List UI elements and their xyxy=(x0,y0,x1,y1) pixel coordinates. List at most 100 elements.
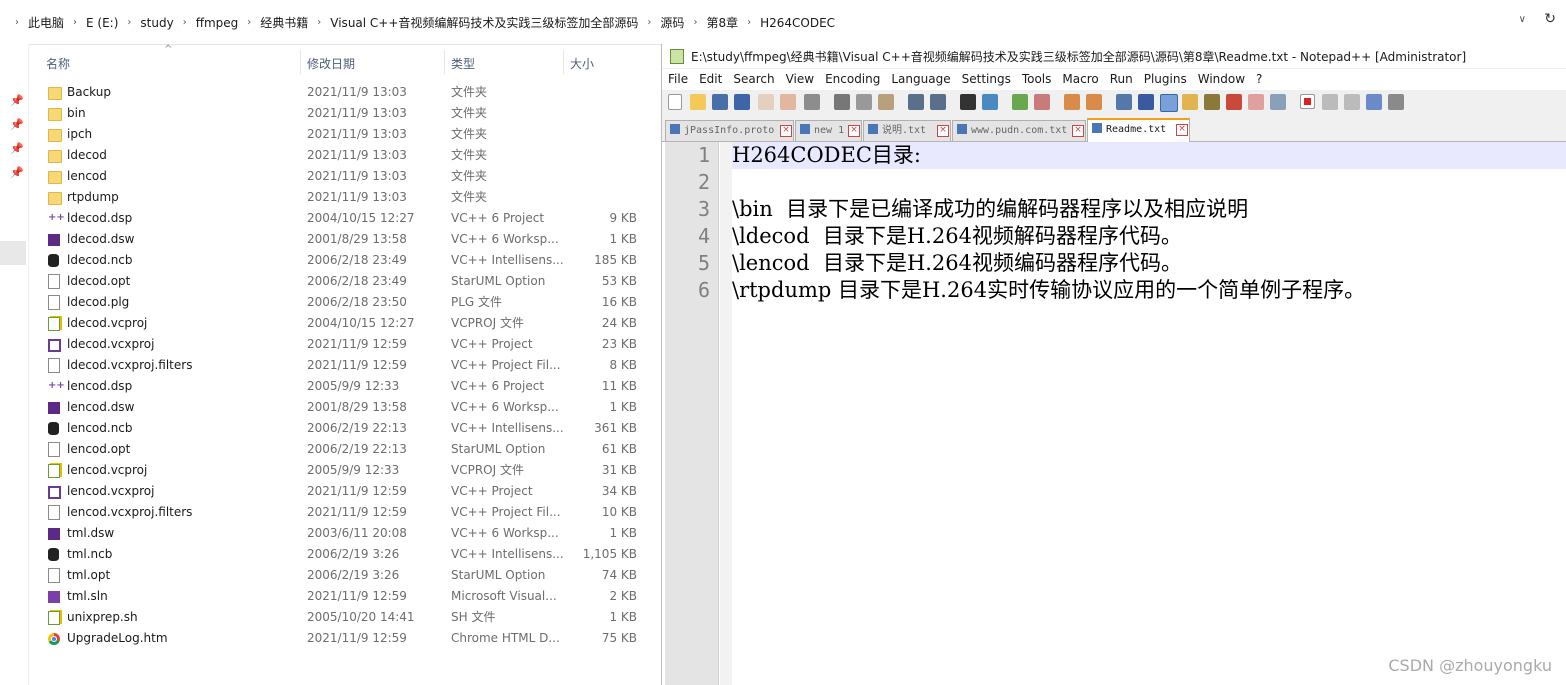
file-row[interactable]: tml.opt 2006/2/19 3:26 StarUML Option 74 KB xyxy=(28,565,660,586)
eye-icon[interactable] xyxy=(1270,94,1286,110)
menu-view[interactable]: View xyxy=(786,69,825,90)
close-tab-icon[interactable]: × xyxy=(848,125,860,137)
menu-plugins[interactable]: Plugins xyxy=(1144,69,1198,90)
print-icon[interactable] xyxy=(804,94,820,110)
file-row[interactable]: lencod 2021/11/9 13:03 文件夹 xyxy=(28,166,660,187)
refresh-icon[interactable]: ↻ xyxy=(1544,11,1556,27)
file-row[interactable]: ldecod.vcproj 2004/10/15 12:27 VCPROJ 文件 24… xyxy=(28,313,660,334)
copy-icon[interactable] xyxy=(856,94,872,110)
redo-icon[interactable] xyxy=(930,94,946,110)
column-size[interactable]: 大小 xyxy=(570,55,594,72)
menu-file[interactable]: File xyxy=(668,69,699,90)
file-row[interactable]: ipch 2021/11/9 13:03 文件夹 xyxy=(28,124,660,145)
code-area[interactable]: H264CODEC目录: \bin 目录下是已编译成功的编解码器程序以及相应说明… xyxy=(732,142,1365,304)
doc-map-icon[interactable] xyxy=(1182,94,1198,110)
zoom-out-icon[interactable] xyxy=(1034,94,1050,110)
file-row[interactable]: ldecod.vcxproj 2021/11/9 12:59 VC++ Projec… xyxy=(28,334,660,355)
address-bar[interactable]: › 此电脑 › E (E:) › study › ffmpeg › 经典书籍 ›… xyxy=(0,0,1566,45)
column-divider[interactable] xyxy=(444,50,445,74)
folder-as-workspace-icon[interactable] xyxy=(1226,94,1242,110)
show-all-chars-icon[interactable] xyxy=(1138,94,1154,110)
menu-encoding[interactable]: Encoding xyxy=(825,69,891,90)
open-file-icon[interactable] xyxy=(690,94,706,110)
file-row[interactable]: tml.sln 2021/11/9 12:59 Microsoft Visual..… xyxy=(28,586,660,607)
word-wrap-icon[interactable] xyxy=(1116,94,1132,110)
tab-shuoming[interactable]: 说明.txt × xyxy=(863,120,951,141)
file-row[interactable]: ldecod.vcxproj.filters 2021/11/9 12:59 VC+… xyxy=(28,355,660,376)
sync-vertical-icon[interactable] xyxy=(1064,94,1080,110)
menu-language[interactable]: Language xyxy=(891,69,961,90)
pin-icon[interactable]: 📌 xyxy=(10,166,24,179)
file-row[interactable]: ++ ldecod.dsp 2004/10/15 12:27 VC++ 6 Proje… xyxy=(28,208,660,229)
file-row[interactable]: lencod.vcxproj 2021/11/9 12:59 VC++ Projec… xyxy=(28,481,660,502)
file-row[interactable]: UpgradeLog.htm 2021/11/9 12:59 Chrome HTML… xyxy=(28,628,660,649)
pin-icon[interactable]: 📌 xyxy=(10,94,24,107)
run-macro-multiple-icon[interactable] xyxy=(1366,94,1382,110)
save-all-icon[interactable] xyxy=(734,94,750,110)
close-all-icon[interactable] xyxy=(780,94,796,110)
breadcrumb-item[interactable]: E (E:) xyxy=(86,16,118,30)
breadcrumb-item[interactable]: study xyxy=(140,16,173,30)
find-icon[interactable] xyxy=(960,94,976,110)
tab-readme[interactable]: Readme.txt × xyxy=(1087,118,1190,143)
file-row[interactable]: tml.dsw 2003/6/11 20:08 VC++ 6 Worksp... 1 … xyxy=(28,523,660,544)
breadcrumb-item[interactable]: 源码 xyxy=(660,14,684,31)
menu-window[interactable]: Window xyxy=(1198,69,1256,90)
file-row[interactable]: lencod.ncb 2006/2/19 22:13 VC++ Intellisen… xyxy=(28,418,660,439)
menu-macro[interactable]: Macro xyxy=(1062,69,1109,90)
menu-help[interactable]: ? xyxy=(1256,69,1273,90)
file-row[interactable]: ++ lencod.dsp 2005/9/9 12:33 VC++ 6 Project… xyxy=(28,376,660,397)
code-line[interactable]: \ldecod 目录下是H.264视频解码器程序代码。 xyxy=(732,223,1365,250)
breadcrumb-item[interactable]: 此电脑 xyxy=(28,14,64,31)
column-name[interactable]: 名称 xyxy=(46,55,70,72)
code-line[interactable]: H264CODEC目录: xyxy=(732,142,1365,169)
monitor-icon[interactable] xyxy=(1248,94,1264,110)
code-line[interactable]: \bin 目录下是已编译成功的编解码器程序以及相应说明 xyxy=(732,196,1365,223)
file-row[interactable]: ldecod.dsw 2001/8/29 13:58 VC++ 6 Worksp..… xyxy=(28,229,660,250)
cut-icon[interactable] xyxy=(834,94,850,110)
new-file-icon[interactable] xyxy=(668,94,682,110)
menu-edit[interactable]: Edit xyxy=(699,69,733,90)
file-row[interactable]: rtpdump 2021/11/9 13:03 文件夹 xyxy=(28,187,660,208)
replace-icon[interactable] xyxy=(982,94,998,110)
close-icon[interactable] xyxy=(758,94,774,110)
pin-icon[interactable]: 📌 xyxy=(10,118,24,131)
code-line[interactable] xyxy=(732,169,1365,196)
chevron-down-icon[interactable]: ∨ xyxy=(1519,14,1526,25)
close-tab-icon[interactable]: × xyxy=(1176,124,1188,136)
code-line[interactable]: \lencod 目录下是H.264视频编码器程序代码。 xyxy=(732,250,1365,277)
file-row[interactable]: lencod.vcproj 2005/9/9 12:33 VCPROJ 文件 31 K… xyxy=(28,460,660,481)
menu-tools[interactable]: Tools xyxy=(1022,69,1063,90)
column-divider[interactable] xyxy=(300,50,301,74)
file-row[interactable]: bin 2021/11/9 13:03 文件夹 xyxy=(28,103,660,124)
breadcrumb-item[interactable]: ffmpeg xyxy=(196,16,239,30)
menu-run[interactable]: Run xyxy=(1110,69,1144,90)
save-macro-icon[interactable] xyxy=(1388,94,1404,110)
menu-search[interactable]: Search xyxy=(733,69,785,90)
column-date[interactable]: 修改日期 xyxy=(307,55,355,72)
file-row[interactable]: ldecod.opt 2006/2/18 23:49 StarUML Option 5… xyxy=(28,271,660,292)
file-row[interactable]: lencod.dsw 2001/8/29 13:58 VC++ 6 Worksp..… xyxy=(28,397,660,418)
code-line[interactable]: \rtpdump 目录下是H.264实时传输协议应用的一个简单例子程序。 xyxy=(732,277,1365,304)
column-type[interactable]: 类型 xyxy=(451,55,475,72)
file-row[interactable]: ldecod 2021/11/9 13:03 文件夹 xyxy=(28,145,660,166)
title-bar[interactable]: E:\study\ffmpeg\经典书籍\Visual C++音视频编解码技术及… xyxy=(662,44,1566,68)
close-tab-icon[interactable]: × xyxy=(780,125,792,137)
file-row[interactable]: unixprep.sh 2005/10/20 14:41 SH 文件 1 KB xyxy=(28,607,660,628)
function-list-icon[interactable] xyxy=(1204,94,1220,110)
file-row[interactable]: ldecod.plg 2006/2/18 23:50 PLG 文件 16 KB xyxy=(28,292,660,313)
tab-new-1[interactable]: new 1 × xyxy=(795,120,862,141)
file-row[interactable]: tml.ncb 2006/2/19 3:26 VC++ Intellisens...… xyxy=(28,544,660,565)
tab-jpassinfo[interactable]: jPassInfo.proto × xyxy=(665,120,794,141)
close-tab-icon[interactable]: × xyxy=(937,125,949,137)
breadcrumb-item[interactable]: 经典书籍 xyxy=(260,14,308,31)
column-divider[interactable] xyxy=(563,50,564,74)
pin-icon[interactable]: 📌 xyxy=(10,142,24,155)
nav-selected-item[interactable] xyxy=(0,241,26,265)
text-editor[interactable]: 1 2 3 4 5 6 H264CODEC目录: \bin 目录下是已编译成功的… xyxy=(662,142,1566,685)
menu-settings[interactable]: Settings xyxy=(962,69,1022,90)
tab-pudn[interactable]: www.pudn.com.txt × xyxy=(952,120,1086,141)
file-row[interactable]: Backup 2021/11/9 13:03 文件夹 xyxy=(28,82,660,103)
save-icon[interactable] xyxy=(712,94,728,110)
zoom-in-icon[interactable] xyxy=(1012,94,1028,110)
